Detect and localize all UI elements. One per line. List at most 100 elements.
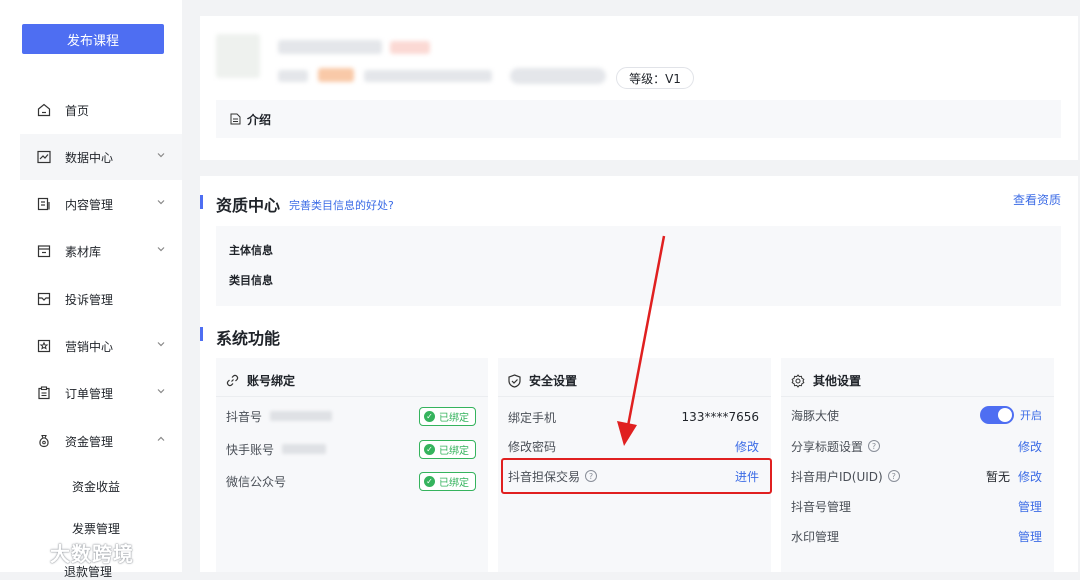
share-title-label: 分享标题设置 <box>791 439 864 454</box>
sidebar: 发布课程 首页 数据中心 内容管理 素材库 投诉管理 营销中心 订单管理 资金管… <box>0 0 182 579</box>
toggle-state-label: 开启 <box>1020 409 1042 422</box>
chart-icon <box>36 149 52 165</box>
douyin-manage-label: 抖音号管理 <box>791 499 852 514</box>
binding-row-douyin: 抖音号 ✓ 已绑定 <box>226 406 476 426</box>
info-blurred <box>364 70 492 82</box>
category-info-label: 类目信息 <box>229 274 273 287</box>
section-marker <box>200 327 203 341</box>
account-binding-header: 账号绑定 <box>226 372 295 389</box>
sidebar-item-label: 素材库 <box>65 244 102 259</box>
gear-icon <box>791 373 805 388</box>
status-badge-blurred <box>390 41 430 54</box>
phone-value: 133****7656 <box>681 410 759 424</box>
check-icon: ✓ <box>424 475 435 487</box>
info-blurred <box>278 70 308 82</box>
douyin-manage-row: 抖音号管理 管理 <box>791 496 1042 516</box>
sidebar-item-label: 营销中心 <box>65 339 114 354</box>
status-badge: ✓ 已绑定 <box>419 439 476 459</box>
chevron-down-icon <box>157 153 165 158</box>
sidebar-item-marketing[interactable]: 营销中心 <box>20 323 182 369</box>
password-row: 修改密码 修改 <box>508 436 759 456</box>
sidebar-item-label: 资金管理 <box>65 434 114 449</box>
other-settings-title: 其他设置 <box>813 374 862 388</box>
highlight-box <box>501 458 772 494</box>
watermark-text: 大数跨境 <box>50 542 134 566</box>
sidebar-item-home[interactable]: 首页 <box>20 87 182 133</box>
qualification-hint-link[interactable]: 完善类目信息的好处? <box>289 197 394 213</box>
sidebar-item-label: 订单管理 <box>65 386 114 401</box>
watermark-logo: 大数跨境 <box>8 538 134 567</box>
account-binding-title: 账号绑定 <box>247 374 296 388</box>
share-title-edit-link[interactable]: 修改 <box>1018 438 1042 455</box>
watermark-logo-icon <box>8 543 47 562</box>
masked-account <box>282 444 327 454</box>
douyin-manage-link[interactable]: 管理 <box>1018 498 1042 515</box>
uid-row: 抖音用户ID(UID) ? 暂无 修改 <box>791 466 1042 486</box>
security-title: 安全设置 <box>529 374 578 388</box>
binding-row-wechat: 微信公众号 ✓ 已绑定 <box>226 471 476 491</box>
sidebar-item-label: 投诉管理 <box>65 292 114 307</box>
account-binding-panel: 账号绑定 抖音号 ✓ 已绑定 快手账号 ✓ 已绑定 微信公众号 ✓ 已绑定 <box>216 358 488 572</box>
uid-value: 暂无 <box>985 469 1010 484</box>
phone-label: 绑定手机 <box>508 410 557 425</box>
ambassador-label: 海豚大使 <box>791 408 840 423</box>
sidebar-item-content[interactable]: 内容管理 <box>20 181 182 227</box>
chevron-down-icon <box>157 200 165 205</box>
shop-name-blurred <box>278 40 382 54</box>
system-title: 系统功能 <box>216 329 281 348</box>
change-password-link[interactable]: 修改 <box>735 438 759 455</box>
publish-course-button[interactable]: 发布课程 <box>22 24 164 54</box>
chevron-up-icon <box>157 436 165 441</box>
share-title-row: 分享标题设置 ? 修改 <box>791 436 1042 456</box>
divider <box>216 396 488 397</box>
sidebar-item-label: 首页 <box>65 103 90 118</box>
qualification-box <box>216 226 1061 306</box>
security-header: 安全设置 <box>508 372 577 389</box>
sidebar-item-materials[interactable]: 素材库 <box>20 228 182 274</box>
chevron-down-icon <box>157 342 165 347</box>
intro-label: 介绍 <box>247 112 272 127</box>
help-icon[interactable]: ? <box>868 440 881 452</box>
folder-icon <box>36 243 52 259</box>
watermark-manage-link[interactable]: 管理 <box>1018 528 1042 545</box>
binding-label: 快手账号 <box>226 442 275 457</box>
uid-edit-link[interactable]: 修改 <box>1018 468 1042 485</box>
divider <box>781 396 1054 397</box>
sidebar-subitem-invoice[interactable]: 发票管理 <box>72 520 120 537</box>
watermark-row: 水印管理 管理 <box>791 526 1042 546</box>
uid-label: 抖音用户ID(UID) <box>791 469 883 484</box>
complaint-icon <box>36 291 52 307</box>
help-icon[interactable]: ? <box>887 470 900 482</box>
binding-label: 微信公众号 <box>226 474 287 489</box>
intro-tab[interactable]: 介绍 <box>216 100 1061 138</box>
sidebar-item-orders[interactable]: 订单管理 <box>20 370 182 416</box>
sidebar-item-complaints[interactable]: 投诉管理 <box>20 276 182 322</box>
section-marker <box>200 195 203 209</box>
ambassador-row: 海豚大使 开启 <box>791 405 1042 425</box>
view-qualification-link[interactable]: 查看资质 <box>1013 191 1061 208</box>
binding-row-kuaishou: 快手账号 ✓ 已绑定 <box>226 439 476 459</box>
binding-label: 抖音号 <box>226 409 263 424</box>
sidebar-subitem-fund-income[interactable]: 资金收益 <box>72 478 120 495</box>
chevron-down-icon <box>157 389 165 394</box>
document-icon <box>230 113 241 125</box>
other-settings-panel: 其他设置 海豚大使 开启 分享标题设置 ? 修改 抖音用户ID(UID) ? 暂… <box>781 358 1054 572</box>
sidebar-item-data-center[interactable]: 数据中心 <box>20 134 182 180</box>
check-icon: ✓ <box>424 443 435 455</box>
content-icon <box>36 196 52 212</box>
info-pill-blurred <box>510 68 606 84</box>
masked-account <box>270 411 333 421</box>
sidebar-item-funds[interactable]: 资金管理 <box>20 418 182 464</box>
sidebar-item-label: 数据中心 <box>65 150 114 165</box>
home-icon <box>36 102 52 118</box>
ambassador-toggle[interactable] <box>980 406 1014 424</box>
clipboard-icon <box>36 385 52 401</box>
chevron-down-icon <box>157 247 165 252</box>
info-badge-blurred <box>318 68 354 82</box>
avatar <box>216 34 260 78</box>
divider <box>498 396 771 397</box>
subject-info-label: 主体信息 <box>229 244 273 257</box>
qualification-title: 资质中心 <box>216 196 281 215</box>
shield-icon <box>508 373 521 388</box>
password-label: 修改密码 <box>508 439 557 454</box>
